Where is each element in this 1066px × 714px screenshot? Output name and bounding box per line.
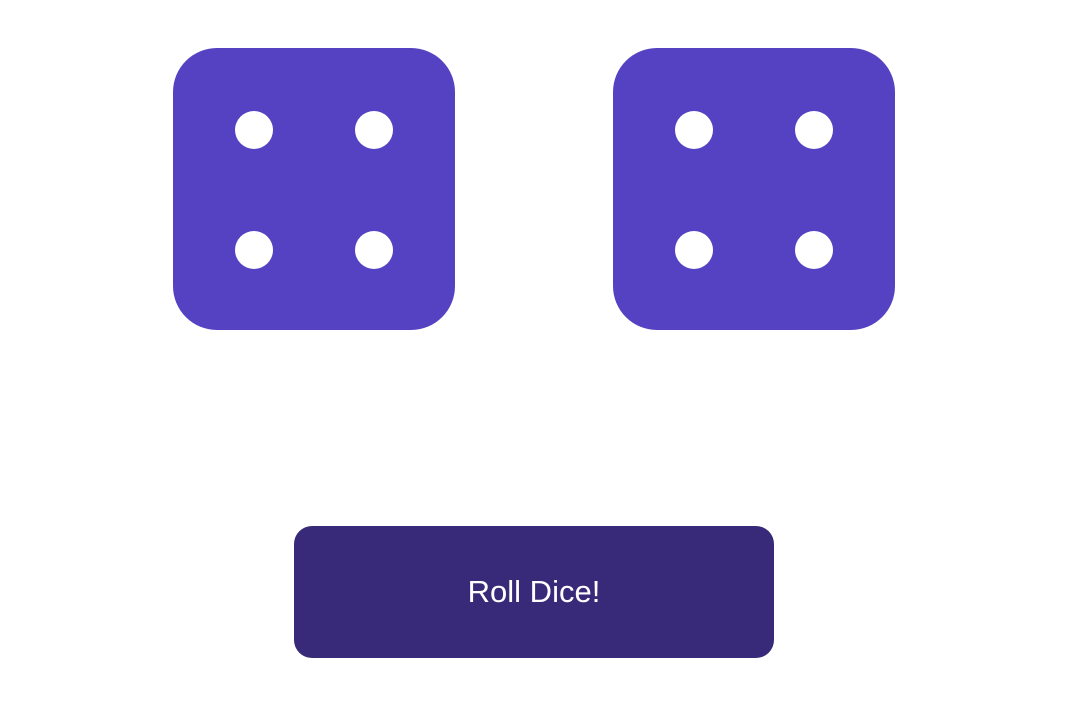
pip [675, 231, 713, 269]
pip [235, 111, 273, 149]
pip [675, 111, 713, 149]
roll-dice-button[interactable]: Roll Dice! [294, 526, 774, 658]
die-2-dice-four-icon [613, 48, 895, 330]
roll-dice-button-label: Roll Dice! [467, 574, 601, 609]
pip [235, 231, 273, 269]
pip [355, 111, 393, 149]
dice-roller-app: Roll Dice! [0, 0, 1066, 714]
die-1-dice-four-icon [173, 48, 455, 330]
pip [795, 231, 833, 269]
pip [355, 231, 393, 269]
pip [795, 111, 833, 149]
